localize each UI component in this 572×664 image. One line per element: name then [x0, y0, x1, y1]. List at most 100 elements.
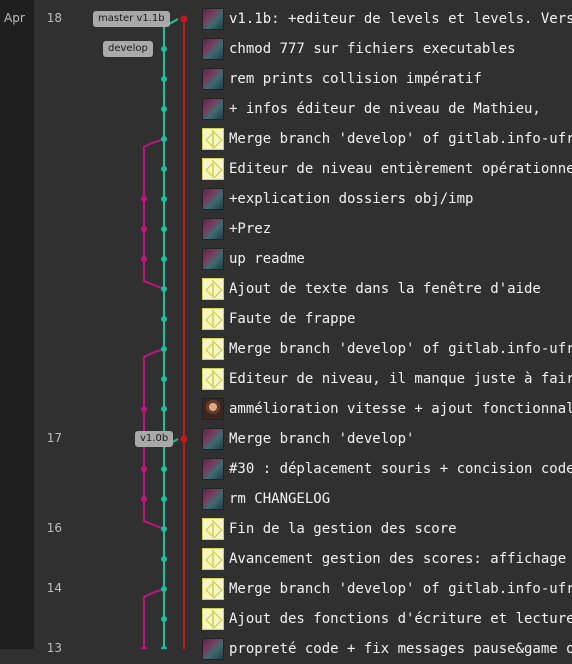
commit-dot: [141, 226, 147, 232]
ref-version-tag[interactable]: v1.0b: [135, 431, 174, 447]
day-label: 17: [46, 431, 62, 445]
author-avatar: [202, 638, 224, 660]
commit-message: Fin de la gestion des score: [229, 521, 457, 537]
commit-dot: [161, 496, 167, 502]
commit-dot: [180, 15, 188, 23]
commit-row[interactable]: Editeur de niveau, il manque juste à fai…: [202, 364, 572, 394]
commit-message: Faute de frappe: [229, 311, 356, 327]
commit-dot: [161, 166, 167, 172]
author-avatar: [202, 158, 224, 180]
commit-message: ammélioration vitesse + ajout fonctionna…: [229, 401, 572, 417]
commit-dot: [161, 346, 167, 352]
day-column: 18 17 16 14 13: [34, 0, 82, 655]
commit-message: rm CHANGELOG: [229, 491, 331, 507]
author-avatar: [202, 218, 224, 240]
commit-row[interactable]: #30 : déplacement souris + concision cod…: [202, 454, 572, 484]
commit-dot: [161, 46, 167, 52]
commit-row[interactable]: v1.1b: +editeur de levels et levels. Ver…: [202, 4, 572, 34]
commit-row[interactable]: +Prez: [202, 214, 572, 244]
author-avatar: [202, 338, 224, 360]
commit-dot: [161, 196, 167, 202]
author-avatar: [202, 38, 224, 60]
commit-message: Merge branch 'develop' of gitlab.info-uf…: [229, 581, 572, 597]
commit-dot: [161, 376, 167, 382]
author-avatar: [202, 308, 224, 330]
commit-row[interactable]: chmod 777 sur fichiers executables: [202, 34, 572, 64]
commit-row[interactable]: Merge branch 'develop' of gitlab.info-uf…: [202, 334, 572, 364]
commit-row[interactable]: +explication dossiers obj/imp: [202, 184, 572, 214]
commit-dot: [161, 406, 167, 412]
author-avatar: [202, 578, 224, 600]
author-avatar: [202, 548, 224, 570]
branch-graph: [141, 15, 188, 649]
commit-message: Merge branch 'develop': [229, 431, 415, 447]
commit-row[interactable]: Merge branch 'develop' of gitlab.info-uf…: [202, 574, 572, 604]
commit-dot: [141, 406, 147, 412]
commit-message: #30 : déplacement souris + concision cod…: [229, 461, 572, 477]
day-label: 16: [46, 521, 62, 535]
commit-row[interactable]: rm CHANGELOG: [202, 484, 572, 514]
commit-dot: [161, 616, 167, 622]
commit-message: Merge branch 'develop' of gitlab.info-uf…: [229, 131, 572, 147]
commit-row[interactable]: Ajout des fonctions d'écriture et lectur…: [202, 604, 572, 634]
commit-message: propreté code + fix messages pause&game …: [229, 641, 572, 657]
author-avatar: [202, 98, 224, 120]
commit-row[interactable]: ammélioration vitesse + ajout fonctionna…: [202, 394, 572, 424]
commit-dot: [141, 496, 147, 502]
commit-dot: [161, 106, 167, 112]
commit-dot: [161, 556, 167, 562]
author-avatar: [202, 518, 224, 540]
commit-row[interactable]: up readme: [202, 244, 572, 274]
ref-develop-tag[interactable]: develop: [103, 41, 153, 57]
author-avatar: [202, 398, 224, 420]
commit-message: +Prez: [229, 221, 272, 237]
commit-message: rem prints collision impératif: [229, 71, 482, 87]
commit-row[interactable]: Merge branch 'develop' of gitlab.info-uf…: [202, 124, 572, 154]
commit-dot: [161, 286, 167, 292]
author-avatar: [202, 188, 224, 210]
commit-row[interactable]: + infos éditeur de niveau de Mathieu,: [202, 94, 572, 124]
commit-message: chmod 777 sur fichiers executables: [229, 41, 516, 57]
commit-message: Avancement gestion des scores: affichage…: [229, 551, 572, 567]
author-avatar: [202, 248, 224, 270]
commit-dot: [161, 76, 167, 82]
commit-dot: [141, 466, 147, 472]
commit-dot: [161, 136, 167, 142]
commit-message: Editeur de niveau entièrement opérationn…: [229, 161, 572, 177]
commit-dot: [161, 226, 167, 232]
commit-message: Ajout de texte dans la fenêtre d'aide: [229, 281, 541, 297]
commit-row[interactable]: rem prints collision impératif: [202, 64, 572, 94]
commit-message: Merge branch 'develop' of gitlab.info-uf…: [229, 341, 572, 357]
commit-row[interactable]: Ajout de texte dans la fenêtre d'aide: [202, 274, 572, 304]
commit-message: up readme: [229, 251, 305, 267]
month-label: Apr: [4, 11, 25, 25]
commit-row[interactable]: Editeur de niveau entièrement opérationn…: [202, 154, 572, 184]
commit-dot: [161, 466, 167, 472]
author-avatar: [202, 488, 224, 510]
commit-message: Editeur de niveau, il manque juste à fai…: [229, 371, 572, 387]
author-avatar: [202, 8, 224, 30]
day-label: 18: [46, 11, 62, 25]
commit-row[interactable]: Fin de la gestion des score: [202, 514, 572, 544]
commit-row[interactable]: Merge branch 'develop': [202, 424, 572, 454]
month-column: Apr: [0, 0, 34, 649]
commit-dot: [161, 316, 167, 322]
commit-message: + infos éditeur de niveau de Mathieu,: [229, 101, 541, 117]
commit-dot: [180, 435, 188, 443]
commit-row[interactable]: propreté code + fix messages pause&game …: [202, 634, 572, 664]
commit-dot: [141, 256, 147, 262]
author-avatar: [202, 128, 224, 150]
commit-dot: [161, 256, 167, 262]
author-avatar: [202, 458, 224, 480]
ref-master-tag[interactable]: master v1.1b: [93, 11, 170, 27]
feature-branch-line: [143, 138, 165, 290]
commit-dot: [161, 526, 167, 532]
commit-row[interactable]: Faute de frappe: [202, 304, 572, 334]
author-avatar: [202, 368, 224, 390]
commit-dot: [141, 196, 147, 202]
author-avatar: [202, 428, 224, 450]
commit-row[interactable]: Avancement gestion des scores: affichage…: [202, 544, 572, 574]
author-avatar: [202, 608, 224, 630]
commit-message: Ajout des fonctions d'écriture et lectur…: [229, 611, 572, 627]
author-avatar: [202, 278, 224, 300]
